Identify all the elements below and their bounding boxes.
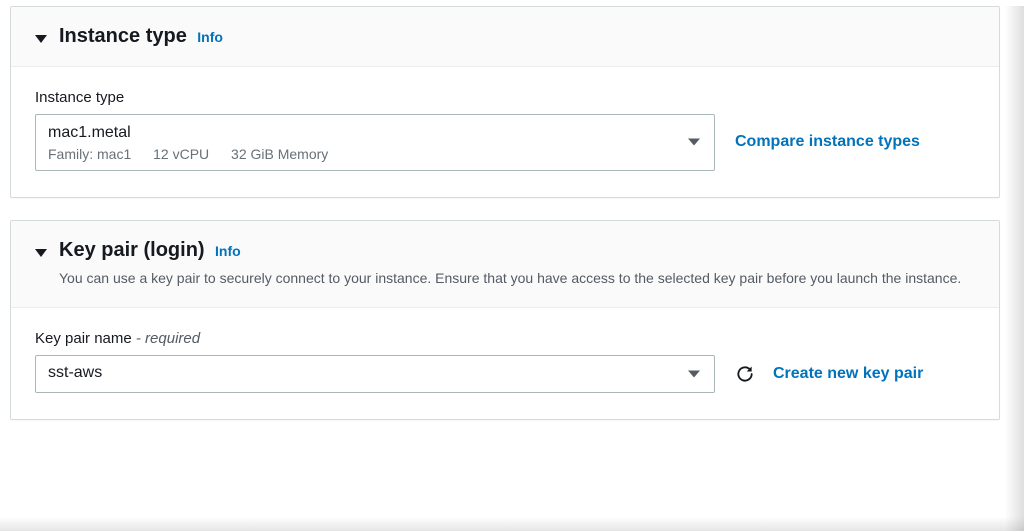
collapse-caret-icon: [35, 35, 47, 43]
instance-type-value: mac1.metal: [48, 123, 672, 144]
create-key-pair-link[interactable]: Create new key pair: [773, 365, 923, 383]
header-text: Key pair (login) Info You can use a key …: [59, 239, 975, 289]
instance-type-panel: Instance type Info Instance type mac1.me…: [10, 6, 1000, 198]
key-pair-header[interactable]: Key pair (login) Info You can use a key …: [11, 221, 999, 308]
key-pair-label-text: Key pair name: [35, 330, 132, 347]
info-link[interactable]: Info: [197, 29, 223, 45]
info-link[interactable]: Info: [215, 243, 241, 259]
header-text: Instance type Info: [59, 25, 975, 48]
key-pair-description: You can use a key pair to securely conne…: [59, 268, 975, 289]
key-pair-title: Key pair (login): [59, 239, 205, 261]
chevron-down-icon: [688, 370, 700, 377]
collapse-caret-icon: [35, 249, 47, 257]
compare-instance-types-link[interactable]: Compare instance types: [735, 133, 920, 151]
instance-vcpu: 12 vCPU: [153, 146, 209, 162]
instance-type-title: Instance type: [59, 25, 187, 47]
instance-type-header[interactable]: Instance type Info: [11, 7, 999, 67]
key-pair-value: sst-aws: [48, 363, 102, 384]
instance-family: Family: mac1: [48, 146, 131, 162]
instance-type-field-label: Instance type: [35, 89, 975, 106]
key-pair-field-label: Key pair name - required: [35, 330, 975, 347]
chevron-down-icon: [688, 139, 700, 146]
key-pair-body: Key pair name - required sst-aws Create …: [11, 308, 999, 419]
instance-type-meta: Family: mac1 12 vCPU 32 GiB Memory: [48, 146, 672, 162]
instance-type-body: Instance type mac1.metal Family: mac1 12…: [11, 67, 999, 197]
key-pair-select[interactable]: sst-aws: [35, 355, 715, 393]
key-pair-panel: Key pair (login) Info You can use a key …: [10, 220, 1000, 420]
required-suffix: - required: [132, 330, 200, 347]
instance-type-select[interactable]: mac1.metal Family: mac1 12 vCPU 32 GiB M…: [35, 114, 715, 171]
instance-memory: 32 GiB Memory: [231, 146, 328, 162]
refresh-icon[interactable]: [735, 364, 755, 384]
